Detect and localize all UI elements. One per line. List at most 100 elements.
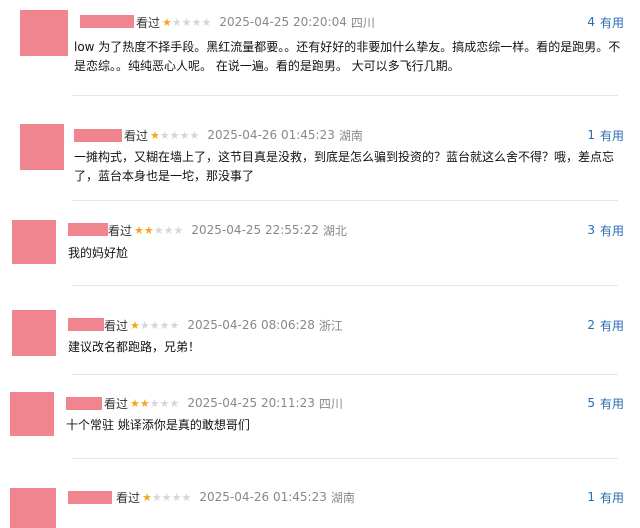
avatar[interactable] — [12, 310, 56, 356]
comment-text: 十个常驻 姚译添你是真的敢想哥们 — [66, 418, 250, 432]
star-empty-icon: ★ — [181, 15, 192, 29]
vote-count: 3 — [587, 223, 595, 237]
useful-button[interactable]: 有用 — [600, 317, 624, 334]
useful-button[interactable]: 有用 — [600, 14, 624, 31]
star-empty-icon: ★ — [163, 223, 174, 237]
useful-vote[interactable]: 4 有用 — [587, 13, 624, 31]
rating-stars: ★ ★ ★ ★ ★ — [134, 225, 183, 236]
comment-time: 2025-04-26 01:45:23 — [199, 490, 327, 504]
comment-text: 一摊构式，又糊在墙上了，这节目真是没救，到底是怎么骗到投资的？蓝台就这么舍不得？… — [74, 150, 615, 183]
star-filled-icon: ★ — [130, 318, 140, 332]
watched-label: 看过 — [116, 490, 141, 505]
star-empty-icon: ★ — [171, 15, 182, 29]
username-redacted[interactable] — [80, 15, 134, 28]
star-empty-icon: ★ — [159, 396, 170, 410]
vote-count: 4 — [587, 15, 595, 29]
useful-vote[interactable]: 1 有用 — [587, 126, 624, 144]
star-empty-icon: ★ — [181, 490, 192, 504]
star-empty-icon: ★ — [149, 396, 160, 410]
star-empty-icon: ★ — [159, 128, 170, 142]
star-filled-icon: ★ — [130, 396, 140, 410]
comment-meta: 看过 ★ ★ ★ ★ ★ 2025-04-25 20:11:23 四川 — [104, 394, 343, 412]
vote-count: 2 — [587, 318, 595, 332]
star-empty-icon: ★ — [179, 128, 190, 142]
useful-vote[interactable]: 3 有用 — [587, 221, 624, 239]
divider — [72, 95, 618, 96]
star-empty-icon: ★ — [151, 490, 162, 504]
vote-count: 1 — [587, 490, 595, 504]
username-redacted[interactable] — [68, 491, 112, 504]
rating-stars: ★ ★ ★ ★ ★ — [142, 492, 191, 503]
comment-meta: 看过 ★ ★ ★ ★ ★ 2025-04-25 22:55:22 湖北 — [108, 221, 347, 239]
comment-text: 我的妈好尬 — [68, 246, 129, 260]
watched-label: 看过 — [108, 223, 133, 238]
username-redacted[interactable] — [68, 223, 108, 236]
comment-meta: 看过 ★ ★ ★ ★ ★ 2025-04-26 01:45:23 湖南 — [124, 126, 363, 144]
username-redacted[interactable] — [66, 397, 102, 410]
comment-text: 建议改名都跑路，兄弟！ — [68, 340, 201, 354]
comment-text: low 为了热度不择手段。黑红流量都要。。还有好好的非要加什么挚友。搞成恋综一样… — [74, 40, 621, 73]
rating-stars: ★ ★ ★ ★ ★ — [162, 17, 211, 28]
comment-time: 2025-04-26 01:45:23 — [207, 128, 335, 142]
comment-meta: 看过 ★ ★ ★ ★ ★ 2025-04-26 08:06:28 浙江 — [104, 316, 343, 334]
comment-location: 湖南 — [330, 490, 355, 505]
useful-button[interactable]: 有用 — [600, 222, 624, 239]
comment-time: 2025-04-25 20:20:04 — [219, 15, 347, 29]
divider — [72, 374, 618, 375]
avatar[interactable] — [10, 392, 54, 436]
avatar[interactable] — [10, 488, 56, 528]
star-empty-icon: ★ — [169, 318, 180, 332]
star-empty-icon: ★ — [161, 490, 172, 504]
divider — [72, 458, 618, 459]
comment-time: 2025-04-26 08:06:28 — [187, 318, 315, 332]
star-empty-icon: ★ — [153, 223, 164, 237]
watched-label: 看过 — [136, 15, 161, 30]
star-filled-icon: ★ — [139, 396, 150, 410]
rating-stars: ★ ★ ★ ★ ★ — [150, 130, 199, 141]
watched-label: 看过 — [104, 318, 129, 333]
useful-button[interactable]: 有用 — [600, 395, 624, 412]
star-empty-icon: ★ — [173, 223, 184, 237]
avatar[interactable] — [20, 124, 64, 170]
vote-count: 1 — [587, 128, 595, 142]
comment-location: 湖南 — [338, 128, 363, 143]
watched-label: 看过 — [104, 396, 129, 411]
useful-vote[interactable]: 1 有用 — [587, 488, 624, 506]
avatar[interactable] — [12, 220, 56, 264]
star-filled-icon: ★ — [150, 128, 160, 142]
useful-vote[interactable]: 2 有用 — [587, 316, 624, 334]
rating-stars: ★ ★ ★ ★ ★ — [130, 320, 179, 331]
comment-location: 四川 — [318, 396, 343, 411]
username-redacted[interactable] — [68, 318, 104, 331]
star-empty-icon: ★ — [169, 396, 180, 410]
star-empty-icon: ★ — [139, 318, 150, 332]
star-empty-icon: ★ — [169, 128, 180, 142]
useful-button[interactable]: 有用 — [600, 489, 624, 506]
star-filled-icon: ★ — [142, 490, 152, 504]
username-redacted[interactable] — [74, 129, 122, 142]
star-filled-icon: ★ — [162, 15, 172, 29]
star-empty-icon: ★ — [149, 318, 160, 332]
comment-location: 四川 — [350, 15, 375, 30]
star-empty-icon: ★ — [171, 490, 182, 504]
star-filled-icon: ★ — [143, 223, 154, 237]
comment-time: 2025-04-25 20:11:23 — [187, 396, 315, 410]
avatar[interactable] — [20, 10, 68, 56]
useful-vote[interactable]: 5 有用 — [587, 394, 624, 412]
star-empty-icon: ★ — [191, 15, 202, 29]
comment-location: 湖北 — [322, 223, 347, 238]
watched-label: 看过 — [124, 128, 149, 143]
comment-time: 2025-04-25 22:55:22 — [191, 223, 319, 237]
divider — [72, 200, 618, 201]
comment-meta: 看过 ★ ★ ★ ★ ★ 2025-04-26 01:45:23 湖南 — [116, 488, 355, 506]
rating-stars: ★ ★ ★ ★ ★ — [130, 398, 179, 409]
useful-button[interactable]: 有用 — [600, 127, 624, 144]
star-empty-icon: ★ — [159, 318, 170, 332]
star-empty-icon: ★ — [189, 128, 200, 142]
comment-meta: 看过 ★ ★ ★ ★ ★ 2025-04-25 20:20:04 四川 — [136, 13, 375, 31]
comment-location: 浙江 — [318, 318, 343, 333]
vote-count: 5 — [587, 396, 595, 410]
star-filled-icon: ★ — [134, 223, 144, 237]
star-empty-icon: ★ — [201, 15, 212, 29]
divider — [72, 285, 618, 286]
